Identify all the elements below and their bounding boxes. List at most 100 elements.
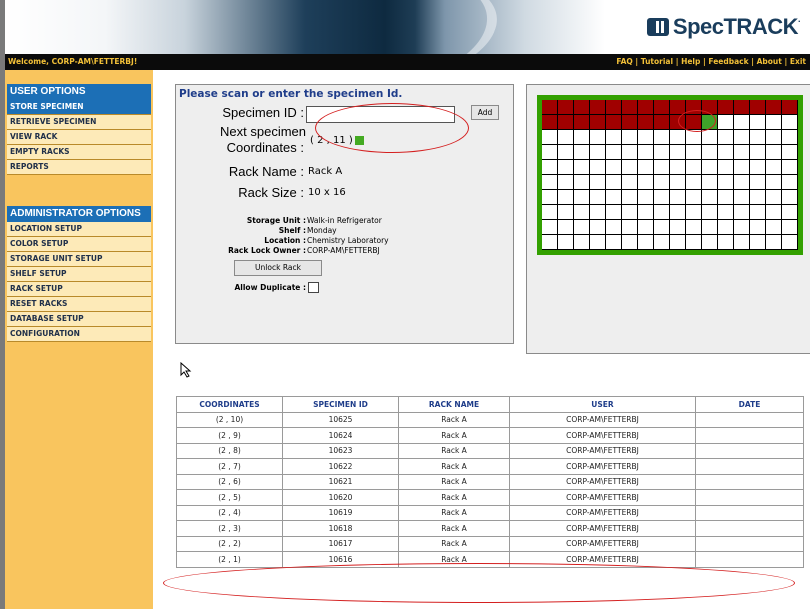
menu-storage-unit-setup[interactable]: Storage Unit Setup bbox=[7, 252, 151, 267]
rack-slot-empty[interactable] bbox=[590, 235, 606, 250]
link-exit[interactable]: Exit bbox=[790, 57, 806, 66]
rack-slot-empty[interactable] bbox=[766, 235, 782, 250]
rack-slot-empty[interactable] bbox=[670, 130, 686, 145]
rack-slot-empty[interactable] bbox=[734, 190, 750, 205]
rack-slot-empty[interactable] bbox=[734, 175, 750, 190]
rack-slot-empty[interactable] bbox=[654, 220, 670, 235]
rack-slot-empty[interactable] bbox=[718, 145, 734, 160]
rack-slot-empty[interactable] bbox=[702, 160, 718, 175]
rack-slot-empty[interactable] bbox=[750, 145, 766, 160]
rack-slot-empty[interactable] bbox=[574, 145, 590, 160]
rack-slot-empty[interactable] bbox=[766, 205, 782, 220]
rack-slot-empty[interactable] bbox=[782, 235, 798, 250]
table-row[interactable]: (2 , 8) 10623 Rack A CORP-AM\FETTERBJ bbox=[176, 442, 804, 459]
rack-slot-empty[interactable] bbox=[622, 175, 638, 190]
menu-location-setup[interactable]: Location Setup bbox=[7, 222, 151, 237]
rack-slot-empty[interactable] bbox=[718, 205, 734, 220]
rack-slot-empty[interactable] bbox=[590, 205, 606, 220]
rack-slot-empty[interactable] bbox=[718, 190, 734, 205]
rack-slot-empty[interactable] bbox=[558, 130, 574, 145]
specimen-id-input[interactable] bbox=[306, 106, 455, 123]
rack-slot-empty[interactable] bbox=[606, 175, 622, 190]
rack-slot-empty[interactable] bbox=[734, 235, 750, 250]
menu-configuration[interactable]: Configuration bbox=[7, 327, 151, 342]
rack-slot-empty[interactable] bbox=[670, 220, 686, 235]
rack-slot-empty[interactable] bbox=[638, 220, 654, 235]
rack-slot-empty[interactable] bbox=[622, 160, 638, 175]
rack-slot-empty[interactable] bbox=[542, 145, 558, 160]
rack-slot-empty[interactable] bbox=[574, 205, 590, 220]
rack-slot-empty[interactable] bbox=[686, 235, 702, 250]
table-row[interactable]: (2 , 1) 10616 Rack A CORP-AM\FETTERBJ bbox=[176, 551, 804, 568]
rack-slot-empty[interactable] bbox=[782, 145, 798, 160]
rack-slot-empty[interactable] bbox=[750, 205, 766, 220]
rack-slot-filled[interactable] bbox=[686, 115, 702, 130]
rack-slot-empty[interactable] bbox=[638, 130, 654, 145]
rack-slot-empty[interactable] bbox=[686, 190, 702, 205]
col-rack-name[interactable]: Rack Name bbox=[398, 396, 510, 413]
rack-slot-empty[interactable] bbox=[766, 130, 782, 145]
rack-slot-empty[interactable] bbox=[574, 190, 590, 205]
rack-slot-empty[interactable] bbox=[558, 145, 574, 160]
rack-slot-empty[interactable] bbox=[766, 160, 782, 175]
rack-slot-empty[interactable] bbox=[686, 160, 702, 175]
rack-slot-empty[interactable] bbox=[782, 220, 798, 235]
rack-slot-empty[interactable] bbox=[558, 235, 574, 250]
rack-slot-filled[interactable] bbox=[654, 115, 670, 130]
rack-slot-empty[interactable] bbox=[590, 160, 606, 175]
rack-slot-empty[interactable] bbox=[702, 190, 718, 205]
rack-slot-empty[interactable] bbox=[574, 130, 590, 145]
rack-slot-empty[interactable] bbox=[590, 190, 606, 205]
rack-slot-empty[interactable] bbox=[638, 205, 654, 220]
rack-slot-empty[interactable] bbox=[542, 235, 558, 250]
rack-slot-empty[interactable] bbox=[542, 175, 558, 190]
rack-slot-empty[interactable] bbox=[622, 130, 638, 145]
rack-slot-empty[interactable] bbox=[558, 160, 574, 175]
rack-slot-empty[interactable] bbox=[718, 220, 734, 235]
menu-shelf-setup[interactable]: Shelf Setup bbox=[7, 267, 151, 282]
rack-slot-empty[interactable] bbox=[734, 145, 750, 160]
rack-slot-empty[interactable] bbox=[606, 190, 622, 205]
rack-slot-empty[interactable] bbox=[638, 160, 654, 175]
table-row[interactable]: (2 , 6) 10621 Rack A CORP-AM\FETTERBJ bbox=[176, 473, 804, 490]
rack-slot-empty[interactable] bbox=[782, 205, 798, 220]
rack-slot-empty[interactable] bbox=[766, 145, 782, 160]
rack-slot-filled[interactable] bbox=[750, 100, 766, 115]
rack-slot-filled[interactable] bbox=[606, 115, 622, 130]
rack-slot-filled[interactable] bbox=[670, 100, 686, 115]
rack-slot-empty[interactable] bbox=[750, 160, 766, 175]
table-row[interactable]: (2 , 5) 10620 Rack A CORP-AM\FETTERBJ bbox=[176, 489, 804, 506]
menu-store-specimen[interactable]: Store Specimen bbox=[7, 100, 151, 115]
rack-slot-empty[interactable] bbox=[718, 175, 734, 190]
rack-slot-filled[interactable] bbox=[590, 115, 606, 130]
rack-slot-empty[interactable] bbox=[686, 145, 702, 160]
rack-slot-empty[interactable] bbox=[734, 160, 750, 175]
rack-slot-empty[interactable] bbox=[542, 190, 558, 205]
rack-slot-empty[interactable] bbox=[766, 190, 782, 205]
rack-slot-empty[interactable] bbox=[702, 145, 718, 160]
link-tutorial[interactable]: Tutorial bbox=[641, 57, 673, 66]
rack-slot-empty[interactable] bbox=[734, 220, 750, 235]
rack-slot-empty[interactable] bbox=[606, 220, 622, 235]
rack-slot-empty[interactable] bbox=[542, 160, 558, 175]
menu-view-rack[interactable]: View Rack bbox=[7, 130, 151, 145]
rack-slot-empty[interactable] bbox=[670, 235, 686, 250]
rack-slot-next[interactable] bbox=[702, 115, 718, 130]
rack-slot-empty[interactable] bbox=[750, 130, 766, 145]
rack-slot-empty[interactable] bbox=[654, 190, 670, 205]
rack-slot-empty[interactable] bbox=[782, 115, 798, 130]
rack-slot-filled[interactable] bbox=[574, 115, 590, 130]
col-user[interactable]: User bbox=[509, 396, 696, 413]
col-specimen-id[interactable]: Specimen ID bbox=[282, 396, 399, 413]
menu-reports[interactable]: Reports bbox=[7, 160, 151, 175]
rack-slot-empty[interactable] bbox=[734, 205, 750, 220]
rack-slot-empty[interactable] bbox=[590, 220, 606, 235]
rack-slot-filled[interactable] bbox=[638, 115, 654, 130]
rack-slot-empty[interactable] bbox=[782, 130, 798, 145]
rack-slot-filled[interactable] bbox=[638, 100, 654, 115]
rack-slot-empty[interactable] bbox=[750, 190, 766, 205]
rack-slot-empty[interactable] bbox=[702, 130, 718, 145]
rack-slot-filled[interactable] bbox=[718, 100, 734, 115]
rack-slot-filled[interactable] bbox=[558, 100, 574, 115]
rack-slot-empty[interactable] bbox=[750, 235, 766, 250]
